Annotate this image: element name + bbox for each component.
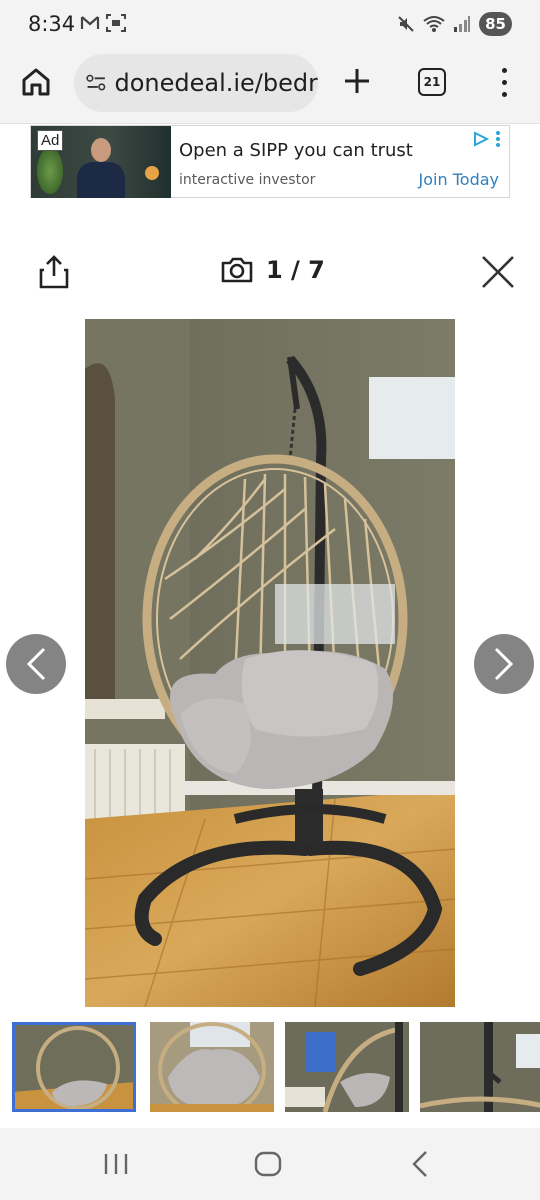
ad-title[interactable]: Open a SIPP you can trust [179,140,413,161]
signal-icon [454,16,471,32]
home-icon[interactable] [18,64,54,100]
site-settings-icon[interactable] [86,72,106,94]
tab-switcher-button[interactable]: 21 [418,68,446,96]
browser-menu-icon[interactable] [494,64,514,100]
ad-cta-link[interactable]: Join Today [419,170,499,189]
thumbnail-1[interactable] [12,1022,136,1112]
next-photo-button[interactable] [474,634,534,694]
gmail-icon [80,16,100,29]
hanging-egg-chair-photo [85,319,455,1007]
address-bar[interactable]: donedeal.ie/bedr [74,54,318,112]
previous-photo-button[interactable] [6,634,66,694]
recent-apps-icon[interactable] [100,1148,132,1180]
status-time: 8:34 [28,12,76,36]
ad-banner[interactable]: Ad Open a SIPP you can trust interactive… [30,125,510,198]
wifi-icon [423,16,445,32]
battery-badge: 85 [479,12,512,36]
home-nav-icon[interactable] [252,1148,284,1180]
camera-icon [221,257,253,283]
ad-person-image [75,134,127,198]
url-text: donedeal.ie/bedr [114,69,318,97]
status-left-icons [80,14,126,32]
ad-advertiser: interactive investor [179,172,316,188]
status-right: 85 [397,12,512,36]
photo-counter: 1 / 7 [220,256,325,284]
ad-more-icon[interactable] [495,130,501,148]
ad-lamp-image [145,166,159,180]
chevron-right-icon [494,647,514,681]
status-bar: 8:34 85 [0,0,540,50]
ad-label: Ad [37,130,64,151]
main-photo[interactable] [85,319,455,1007]
ad-choices-icon[interactable] [473,131,489,147]
ad-image: Ad [31,126,171,198]
new-tab-icon[interactable] [340,64,374,98]
ad-choices[interactable] [473,130,501,148]
system-navigation-bar [0,1128,540,1200]
thumbnail-4[interactable] [420,1022,540,1112]
mute-icon [398,16,414,32]
gallery-header: 1 / 7 [0,240,540,304]
close-icon[interactable] [480,254,516,290]
browser-toolbar: donedeal.ie/bedr 21 [0,50,540,124]
thumbnail-2[interactable] [150,1022,274,1112]
photo-counter-text: 1 / 7 [266,256,325,284]
chevron-left-icon [26,647,46,681]
ad-plant-image [37,148,63,194]
back-nav-icon[interactable] [404,1148,436,1180]
thumbnail-3[interactable] [285,1022,409,1112]
thumbnail-strip [0,1020,540,1116]
share-icon[interactable] [38,254,70,290]
screenshot-icon [106,14,126,32]
